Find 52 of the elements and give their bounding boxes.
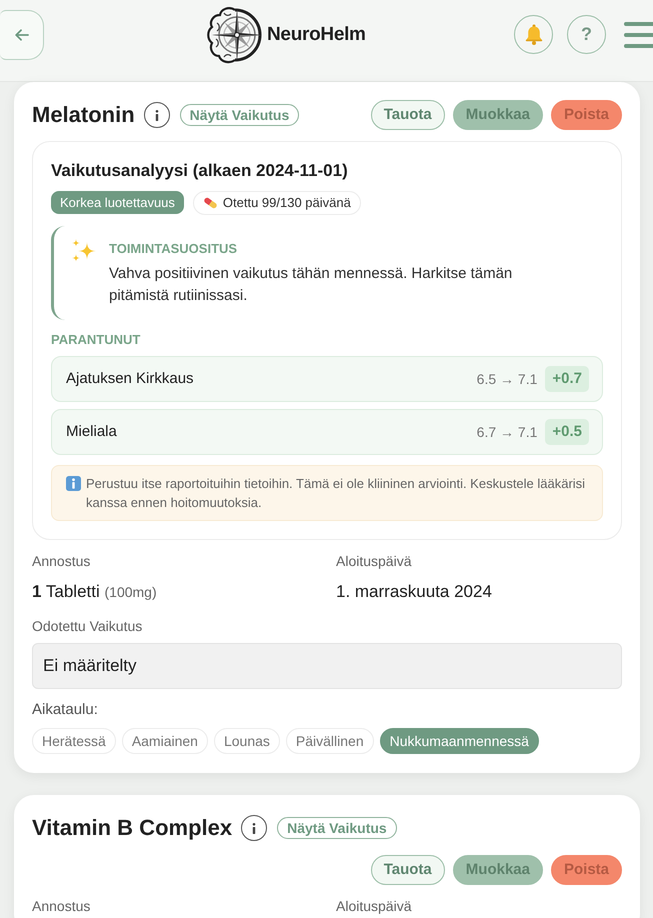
metric-name: Ajatuksen Kirkkaus: [66, 368, 194, 389]
supplement-name: Vitamin B Complex: [32, 814, 232, 842]
recommendation-heading: TOIMINTASUOSITUS: [109, 240, 238, 258]
info-icon: [66, 476, 81, 491]
menu-icon: [624, 22, 653, 48]
dose-label: Annostus: [32, 552, 92, 570]
start-date-label: Aloituspäivä: [336, 552, 412, 570]
info-icon: [154, 110, 159, 120]
schedule-chip[interactable]: Lounas: [214, 728, 280, 754]
expected-effect-label: Odotettu Vaikutus: [32, 617, 144, 635]
menu-button[interactable]: [624, 22, 653, 48]
sparkles-icon: [71, 239, 96, 263]
metric-name: Mieliala: [66, 422, 117, 442]
help-button[interactable]: ?: [567, 15, 606, 54]
info-button[interactable]: [144, 102, 170, 128]
metric-change: +0.7: [545, 366, 589, 392]
info-button[interactable]: [241, 815, 268, 841]
edit-button[interactable]: Muokkaa: [452, 855, 543, 885]
edit-button[interactable]: Muokkaa: [452, 100, 543, 130]
back-arrow-icon: [14, 28, 28, 40]
start-date-value: 1. marraskuuta 2024: [336, 581, 493, 603]
recommendation-text: Vahva positiivinen vaikutus tähän mennessä. Harkitse tämän pitämistä rutiinissasi.: [109, 264, 514, 306]
improved-heading: PARANTUNUT: [51, 332, 142, 348]
metric-values: 6.7 → 7.1: [476, 422, 538, 442]
schedule-chip[interactable]: Päivällinen: [286, 728, 374, 754]
metric-values: 6.5 → 7.1: [476, 370, 538, 388]
expected-effect-box: Ei määritelty: [32, 643, 622, 689]
supplement-name: Melatonin: [32, 101, 135, 129]
show-impact-button[interactable]: Näytä Vaikutus: [180, 104, 300, 126]
show-impact-button[interactable]: Näytä Vaikutus: [277, 817, 397, 839]
pause-button[interactable]: Tauota: [370, 855, 445, 885]
metric-change: +0.5: [545, 419, 589, 445]
delete-button[interactable]: Poista: [550, 855, 622, 885]
pill-icon: [202, 196, 218, 210]
pause-button[interactable]: Tauota: [370, 100, 445, 130]
schedule-label: Aikataulu:: [32, 701, 99, 719]
bell-icon: [524, 24, 544, 45]
start-date-label: Aloituspäivä: [336, 897, 412, 915]
back-button[interactable]: [0, 10, 44, 60]
notifications-button[interactable]: [514, 15, 553, 54]
schedule-chip[interactable]: Herätessä: [32, 728, 116, 754]
dose-value: 1 Tabletti (100mg): [32, 581, 158, 603]
confidence-badge: Korkea luotettavuus: [51, 191, 184, 214]
disclaimer-text: Perustuu itse raportoituihin tietoihin. Tämä ei ole kliininen arviointi. Keskustele lääkärisi kanssa ennen hoitomuutoksia.: [86, 475, 586, 512]
analysis-title: Vaikutusanalyysi (alkaen 2024-11-01): [51, 160, 349, 182]
adherence-text: Otettu 99/130 päivänä: [222, 194, 351, 212]
dose-label: Annostus: [32, 897, 92, 915]
brand-name: NeuroHelm: [267, 23, 366, 48]
schedule-chip[interactable]: Aamiainen: [122, 728, 208, 754]
schedule-chip[interactable]: Nukkumaanmennessä: [380, 728, 539, 754]
info-icon: [252, 822, 256, 834]
delete-button[interactable]: Poista: [550, 100, 622, 130]
